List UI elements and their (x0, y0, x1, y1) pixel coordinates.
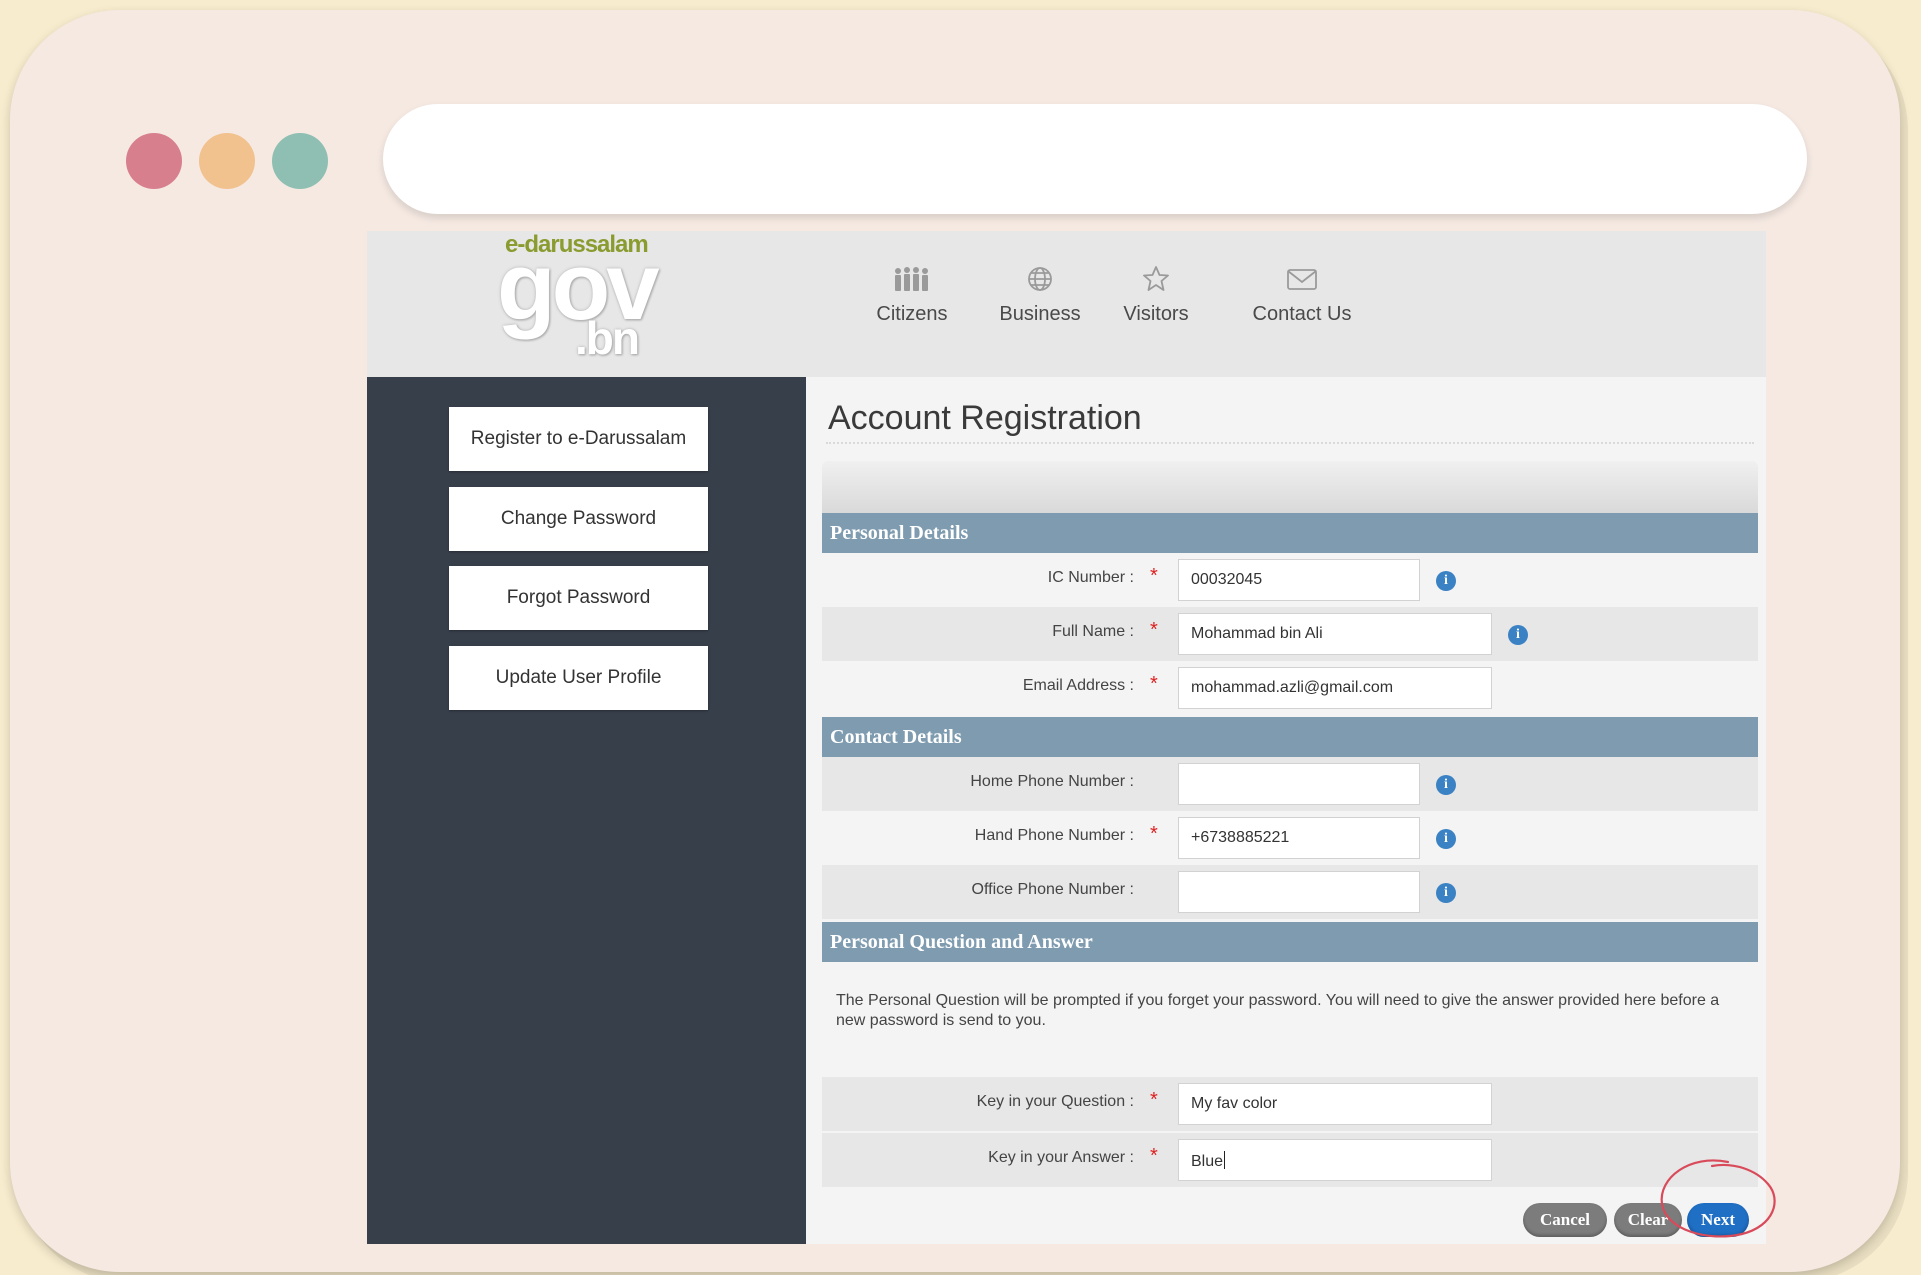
form-row-full-name: Full Name : * Mohammad bin Ali i (822, 607, 1758, 661)
sidebar-item-forgot-password[interactable]: Forgot Password (449, 566, 708, 630)
logo-e-darussalam-text: e-darussalam (505, 231, 649, 258)
ic-number-label: IC Number : (1047, 569, 1134, 586)
answer-label: Key in your Answer : (988, 1149, 1134, 1166)
nav-contact-us-label: Contact Us (1252, 303, 1352, 325)
people-icon (895, 267, 928, 291)
form-row-email: Email Address : * mohammad.azli@gmail.co… (822, 661, 1758, 715)
answer-input[interactable]: Blue (1178, 1139, 1492, 1181)
sidebar: Register to e-Darussalam Change Password… (367, 377, 806, 1244)
main-content: Account Registration Personal Details IC… (806, 377, 1766, 1244)
answer-value: Blue (1191, 1153, 1224, 1170)
email-label: Email Address : (1022, 677, 1134, 694)
logo-bn-text: .bn (575, 312, 640, 364)
required-marker: * (1150, 823, 1158, 845)
nav-citizens[interactable]: Citizens (867, 265, 957, 326)
sidebar-item-update-user-profile[interactable]: Update User Profile (449, 646, 708, 710)
website-screen: gov e-darussalam .bn Citizens Business V… (367, 231, 1766, 1244)
nav-citizens-label: Citizens (876, 303, 948, 325)
required-marker: * (1150, 673, 1158, 695)
form-row-hand-phone: Hand Phone Number : * +6738885221 i (822, 811, 1758, 865)
required-marker: * (1150, 1145, 1158, 1167)
question-note: The Personal Question will be prompted i… (836, 992, 1720, 1029)
envelope-icon (1287, 269, 1317, 290)
text-caret (1224, 1151, 1226, 1169)
section-header-personal-question: Personal Question and Answer (822, 922, 1758, 962)
cancel-button[interactable]: Cancel (1523, 1203, 1607, 1237)
email-input[interactable]: mohammad.azli@gmail.com (1178, 667, 1492, 709)
globe-icon (1028, 267, 1052, 291)
browser-mockup-frame: gov e-darussalam .bn Citizens Business V… (10, 10, 1900, 1272)
nav-business-label: Business (999, 303, 1081, 325)
highlight-circle-annotation (1660, 1159, 1776, 1238)
form-toolbar-bar (822, 461, 1758, 513)
title-divider (826, 442, 1754, 444)
home-phone-input[interactable] (1178, 763, 1420, 805)
site-logo[interactable]: gov e-darussalam .bn (497, 231, 677, 371)
window-close-dot (126, 133, 182, 189)
nav-visitors[interactable]: Visitors (1111, 265, 1201, 326)
info-icon[interactable]: i (1508, 625, 1528, 645)
window-minimize-dot (199, 133, 255, 189)
address-bar[interactable] (383, 104, 1807, 214)
full-name-input[interactable]: Mohammad bin Ali (1178, 613, 1492, 655)
form-row-question: Key in your Question : * My fav color (822, 1077, 1758, 1131)
star-icon (1143, 266, 1169, 291)
home-phone-label: Home Phone Number : (970, 773, 1134, 790)
hand-phone-label: Hand Phone Number : (974, 827, 1134, 844)
section-header-personal-details: Personal Details (822, 513, 1758, 553)
nav-visitors-label: Visitors (1123, 303, 1189, 325)
form-row-answer: Key in your Answer : * Blue (822, 1133, 1758, 1187)
office-phone-input[interactable] (1178, 871, 1420, 913)
nav-business[interactable]: Business (985, 265, 1095, 326)
info-icon[interactable]: i (1436, 775, 1456, 795)
nav-contact-us[interactable]: Contact Us (1227, 265, 1377, 326)
question-label: Key in your Question : (976, 1093, 1134, 1110)
form-row-ic-number: IC Number : * 00032045 i (822, 553, 1758, 607)
ic-number-input[interactable]: 00032045 (1178, 559, 1420, 601)
required-marker: * (1150, 1089, 1158, 1111)
form-row-office-phone: Office Phone Number : i (822, 865, 1758, 919)
question-input[interactable]: My fav color (1178, 1083, 1492, 1125)
window-maximize-dot (272, 133, 328, 189)
info-icon[interactable]: i (1436, 571, 1456, 591)
info-icon[interactable]: i (1436, 883, 1456, 903)
info-icon[interactable]: i (1436, 829, 1456, 849)
hand-phone-input[interactable]: +6738885221 (1178, 817, 1420, 859)
site-header: gov e-darussalam .bn Citizens Business V… (367, 231, 1766, 377)
office-phone-label: Office Phone Number : (971, 881, 1134, 898)
required-marker: * (1150, 565, 1158, 587)
sidebar-item-change-password[interactable]: Change Password (449, 487, 708, 551)
form-row-home-phone: Home Phone Number : i (822, 757, 1758, 811)
section-header-contact-details: Contact Details (822, 717, 1758, 757)
sidebar-item-register[interactable]: Register to e-Darussalam (449, 407, 708, 471)
required-marker: * (1150, 619, 1158, 641)
full-name-label: Full Name : (1052, 623, 1134, 640)
page-title: Account Registration (828, 399, 1142, 437)
